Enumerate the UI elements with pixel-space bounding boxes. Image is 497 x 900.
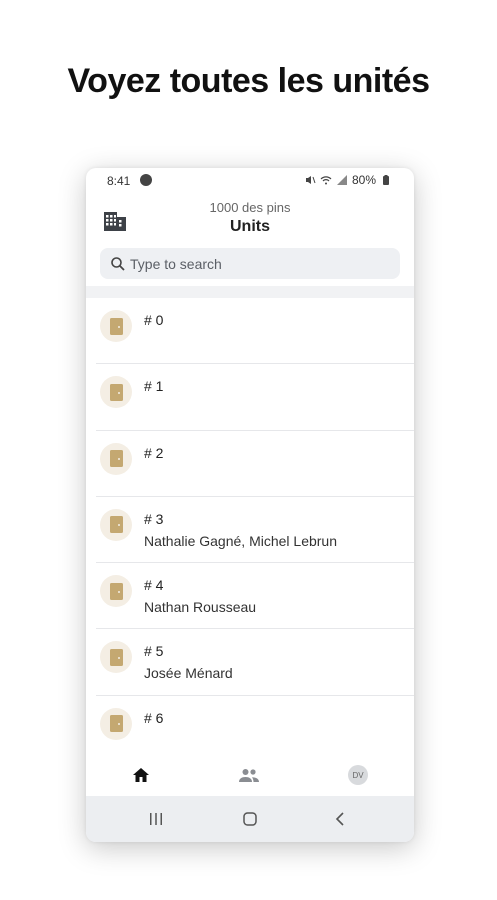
door-avatar	[100, 442, 132, 475]
back-button[interactable]	[331, 810, 349, 828]
bottom-nav: DV	[86, 754, 414, 796]
notification-icon	[140, 174, 152, 186]
promo-headline: Voyez toutes les unités	[67, 62, 430, 100]
unit-row[interactable]: # 1	[96, 364, 414, 431]
unit-residents: Josée Ménard	[144, 665, 233, 682]
mute-icon	[305, 176, 316, 184]
door-avatar	[100, 575, 132, 608]
status-time: 8:41	[107, 174, 131, 188]
unit-row[interactable]: # 6	[96, 696, 414, 752]
unit-number: # 1	[144, 378, 164, 395]
status-indicators: 80%	[304, 173, 392, 187]
door-icon	[109, 317, 123, 335]
list-divider	[86, 286, 414, 298]
search-input[interactable]	[130, 255, 390, 272]
unit-number: # 5	[144, 643, 164, 660]
nav-people[interactable]	[237, 764, 261, 786]
home-system-button[interactable]	[241, 810, 259, 828]
header-subtitle: 1000 des pins	[209, 200, 291, 215]
door-icon	[109, 383, 123, 401]
unit-residents: Nathan Rousseau	[144, 599, 257, 616]
people-icon	[239, 769, 259, 782]
unit-row[interactable]: # 4 Nathan Rousseau	[96, 563, 414, 630]
battery-icon	[383, 175, 389, 185]
door-avatar	[100, 310, 132, 342]
nav-profile[interactable]: DV	[346, 764, 370, 786]
unit-number: # 6	[144, 709, 164, 726]
system-nav	[86, 796, 414, 842]
recents-button[interactable]	[147, 810, 165, 828]
door-icon	[109, 450, 123, 468]
recents-icon	[150, 813, 162, 825]
app-header: 1000 des pins Units	[86, 192, 414, 240]
avatar: DV	[348, 765, 368, 785]
back-icon	[335, 812, 344, 826]
door-icon	[109, 582, 123, 600]
door-avatar	[100, 641, 132, 674]
unit-row[interactable]: # 3 Nathalie Gagné, Michel Lebrun	[96, 497, 414, 564]
status-bar: 8:41 80%	[86, 168, 414, 192]
phone-screen: 8:41 80% 1000 des pins Units Type to sea…	[86, 168, 414, 842]
door-icon	[109, 715, 123, 733]
unit-row[interactable]: # 0	[96, 298, 414, 365]
battery-percent: 80%	[351, 173, 376, 187]
signal-icon	[336, 175, 347, 185]
unit-row[interactable]: # 5 Josée Ménard	[96, 629, 414, 696]
search-icon	[111, 256, 125, 271]
unit-row[interactable]: # 2	[96, 431, 414, 497]
door-avatar	[100, 508, 132, 541]
door-avatar	[100, 707, 132, 740]
unit-list: # 0 # 1 # 2 # 3 Nathalie Gagné, Michel L…	[86, 298, 414, 752]
unit-number: # 2	[144, 444, 164, 461]
page-title: Units	[230, 218, 270, 235]
home-circle-icon	[243, 812, 257, 826]
unit-residents: Nathalie Gagné, Michel Lebrun	[144, 532, 338, 549]
unit-number: # 0	[144, 312, 164, 328]
door-icon	[109, 516, 123, 534]
door-icon	[109, 648, 123, 666]
home-icon	[133, 768, 149, 782]
door-avatar	[100, 376, 132, 409]
wifi-icon	[320, 176, 332, 185]
unit-number: # 3	[144, 510, 164, 527]
search-bar[interactable]	[100, 248, 400, 279]
unit-number: # 4	[144, 577, 164, 594]
nav-home[interactable]	[129, 764, 153, 786]
